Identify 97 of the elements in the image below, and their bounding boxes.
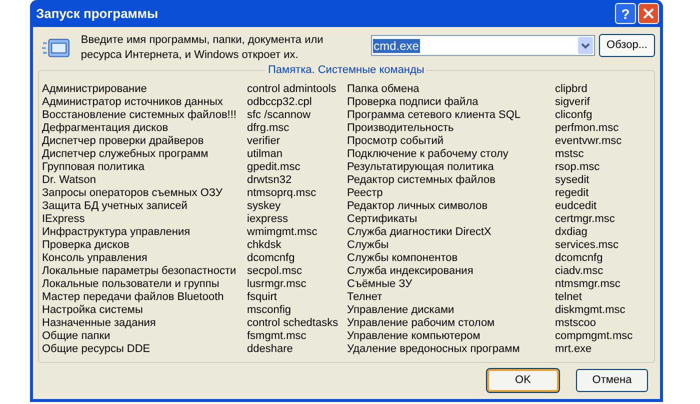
- window-title: Запуск программы: [36, 4, 160, 23]
- tool-name: Удаление вредоносных программ: [347, 343, 521, 356]
- command-text: chkdsk: [247, 239, 282, 252]
- dropdown-button[interactable]: [578, 37, 594, 54]
- command-text: verifier: [247, 135, 282, 148]
- command-text: sysedit: [555, 174, 590, 187]
- help-button[interactable]: ?: [615, 3, 636, 24]
- tool-name: Управление компьютером: [347, 330, 482, 343]
- tool-name: Проверка подписи файла: [347, 96, 480, 109]
- command-text: mstsc: [555, 148, 585, 161]
- tool-name: Групповая политика: [42, 161, 146, 174]
- command-text: sfc /scannow: [247, 109, 312, 122]
- command-text: eventvwr.msc: [555, 135, 623, 148]
- command-text: iexpress: [247, 213, 289, 226]
- command-text: dcomcnfg: [555, 252, 604, 265]
- command-text: perfmon.msc: [555, 122, 620, 135]
- group-title: Памятка. Системные команды: [266, 64, 426, 77]
- field-value: cmd.exe: [372, 38, 420, 52]
- tool-name: Настройка системы: [42, 304, 144, 317]
- tool-name: Диспетчер служебных программ: [42, 148, 210, 161]
- browse-button[interactable]: Обзор...: [599, 34, 655, 57]
- command-text: diskmgmt.msc: [555, 304, 626, 317]
- tool-name: Управление дисками: [347, 304, 456, 317]
- chevron-down-icon: [581, 42, 590, 48]
- tool-name: Запросы операторов съемных ОЗУ: [42, 187, 224, 200]
- command-text: gpedit.msc: [247, 161, 302, 174]
- command-text: regedit: [555, 187, 590, 200]
- tool-name: Службы компонентов: [347, 252, 459, 265]
- command-text: fsmgmt.msc: [247, 330, 308, 343]
- tool-name: Администрирование: [42, 83, 148, 96]
- command-text: certmgr.msc: [555, 213, 616, 226]
- tool-name: Съёмные ЗУ: [347, 278, 414, 291]
- command-text: sigverif: [555, 96, 591, 109]
- open-field[interactable]: cmd.exe: [370, 35, 596, 56]
- tool-name: Телнет: [347, 291, 384, 304]
- tool-name: Назначенные задания: [42, 317, 157, 330]
- tool-name: Проверка дисков: [42, 239, 130, 252]
- tool-name: Инфраструктура управления: [42, 226, 192, 239]
- command-text: ddeshare: [247, 343, 294, 356]
- command-text: syskey: [247, 200, 282, 213]
- tool-name: Dr. Watson: [42, 174, 97, 187]
- command-text: lusrmgr.msc: [247, 278, 308, 291]
- command-text: odbccp32.cpl: [247, 96, 313, 109]
- close-icon: [643, 8, 654, 19]
- tool-name: Общие ресурсы DDE: [42, 343, 152, 356]
- tool-name: Консоль управления: [42, 252, 148, 265]
- instruction-text: Введите имя программы, папки, документа или ресурса Интернета, и Windows откроет их.: [80, 33, 324, 63]
- command-text: control schedtasks: [247, 317, 340, 330]
- tool-name: Просмотр событий: [347, 135, 445, 148]
- tool-name: Папка обмена: [347, 83, 420, 96]
- command-text: clipbrd: [555, 83, 588, 96]
- command-text: telnet: [555, 291, 583, 304]
- command-text: compmgmt.msc: [555, 330, 634, 343]
- command-text: ntmsmgr.msc: [555, 278, 622, 291]
- command-text: mstscoo: [555, 317, 597, 330]
- command-text: secpol.msc: [247, 265, 304, 278]
- tool-name: Мастер передачи файлов Bluetooth: [42, 291, 225, 304]
- command-text: control admintools: [247, 83, 338, 96]
- tool-name: Служба индексирования: [347, 265, 474, 278]
- command-text: mrt.exe: [555, 343, 593, 356]
- tool-name: Результатирующая политика: [347, 161, 495, 174]
- tool-name: Программа сетевого клиента SQL: [347, 109, 522, 122]
- command-text: msconfig: [247, 304, 292, 317]
- tool-name: Служба диагностики DirectX: [347, 226, 492, 239]
- tool-name: Восстановление системных файлов!!!: [42, 109, 238, 122]
- tool-name: Редактор личных символов: [347, 200, 489, 213]
- ok-button[interactable]: OK: [487, 369, 559, 392]
- command-text: utilman: [247, 148, 284, 161]
- tool-name: Диспетчер проверки драйверов: [42, 135, 205, 148]
- tool-name: Локальные пользователи и группы: [42, 278, 220, 291]
- tool-name: Защита БД учетных записей: [42, 200, 188, 213]
- command-text: ciadv.msc: [555, 265, 604, 278]
- command-text: rsop.msc: [555, 161, 601, 174]
- command-text: services.msc: [555, 239, 620, 252]
- tool-name: Администратор источников данных: [42, 96, 224, 109]
- command-text: dfrg.msc: [247, 122, 290, 135]
- command-text: eudcedit: [555, 200, 598, 213]
- tool-name: Реестр: [347, 187, 384, 200]
- cancel-button[interactable]: Отмена: [576, 369, 648, 392]
- command-text: wmimgmt.msc: [247, 226, 318, 239]
- close-button[interactable]: [638, 3, 659, 24]
- tool-name: Сертификаты: [347, 213, 418, 226]
- tool-name: IExpress: [42, 213, 86, 226]
- tool-name: Управление рабочим столом: [347, 317, 496, 330]
- command-text: drwtsn32: [247, 174, 293, 187]
- tool-name: Подключение к рабочему столу: [347, 148, 510, 161]
- tool-name: Локальные параметры безопастности: [42, 265, 238, 278]
- tool-name: Производительность: [347, 122, 455, 135]
- command-text: fsquirt: [247, 291, 278, 304]
- command-text: dcomcnfg: [247, 252, 296, 265]
- tool-name: Редактор системных файлов: [347, 174, 496, 187]
- command-text: cliconfg: [555, 109, 594, 122]
- tool-name: Дефрагментация дисков: [42, 122, 170, 135]
- command-text: dxdiag: [555, 226, 588, 239]
- command-text: ntmsoprq.msc: [247, 187, 318, 200]
- tool-name: Службы: [347, 239, 390, 252]
- tool-name: Общие папки: [42, 330, 112, 343]
